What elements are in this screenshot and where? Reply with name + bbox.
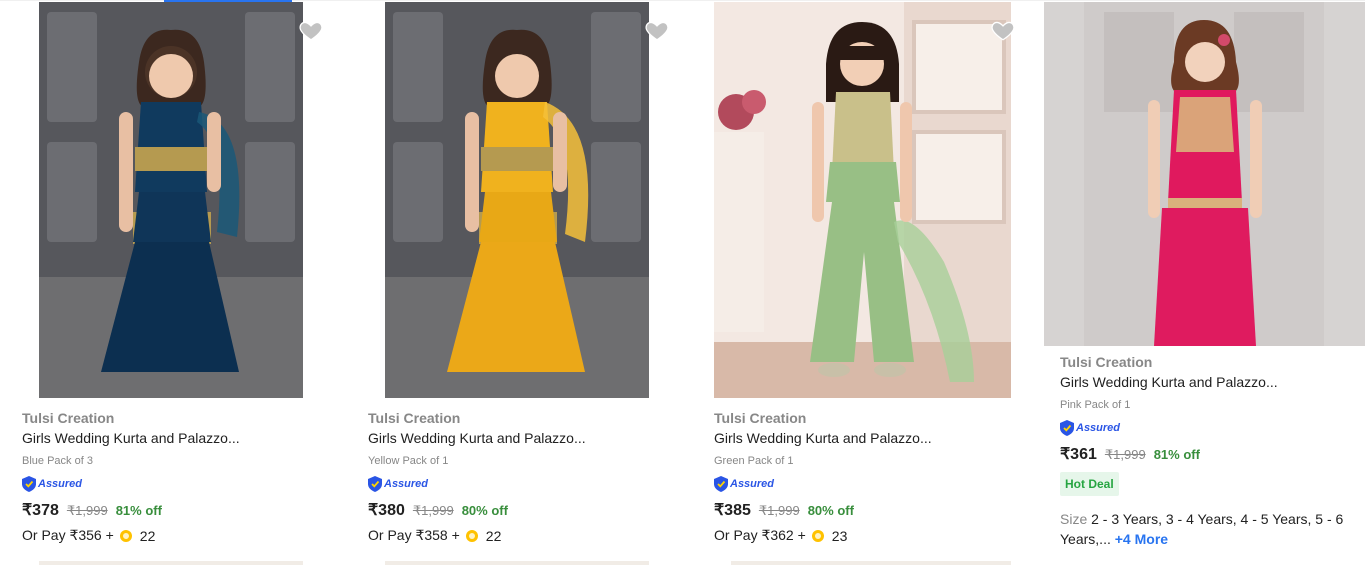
supercoin-icon xyxy=(465,529,478,542)
heart-icon[interactable] xyxy=(644,17,670,43)
selling-price: ₹380 xyxy=(368,502,405,519)
next-row-image-edge xyxy=(731,561,1011,565)
assured-badge: Assured xyxy=(714,475,774,493)
product-photo xyxy=(39,2,303,398)
more-sizes-link[interactable]: +4 More xyxy=(1115,531,1168,547)
assured-badge: Assured xyxy=(368,475,428,493)
selling-price: ₹361 xyxy=(1060,446,1097,463)
supercoin-offer: Or Pay ₹362 + 23 xyxy=(714,527,847,544)
product-image[interactable] xyxy=(714,2,1011,398)
product-image[interactable] xyxy=(39,2,303,398)
pay-with-coins-text: Or Pay ₹356 + xyxy=(22,527,114,543)
brand-name: Tulsi Creation xyxy=(368,410,461,426)
product-photo xyxy=(1044,2,1365,346)
product-title[interactable]: Girls Wedding Kurta and Palazzo... xyxy=(714,430,932,446)
product-title[interactable]: Girls Wedding Kurta and Palazzo... xyxy=(368,430,586,446)
pay-with-coins-text: Or Pay ₹358 + xyxy=(368,527,460,543)
size-options: Size 2 - 3 Years, 3 - 4 Years, 4 - 5 Yea… xyxy=(1060,509,1360,549)
assured-text: Assured xyxy=(1076,422,1121,434)
supercoin-offer: Or Pay ₹356 + 22 xyxy=(22,527,155,544)
heart-icon[interactable] xyxy=(298,17,324,43)
size-label: Size xyxy=(1060,511,1088,527)
assured-shield-icon xyxy=(22,476,36,492)
brand-name: Tulsi Creation xyxy=(1060,354,1153,370)
heart-icon[interactable] xyxy=(990,17,1016,43)
variant-label: Green Pack of 1 xyxy=(714,455,794,467)
price-row: ₹378 ₹1,999 81% off xyxy=(22,500,162,520)
assured-badge: Assured xyxy=(1060,419,1120,437)
hot-deal-badge: Hot Deal xyxy=(1060,472,1119,496)
product-card[interactable]: Tulsi Creation Girls Wedding Kurta and P… xyxy=(0,0,340,565)
supercoin-icon xyxy=(811,529,824,542)
coin-count: 22 xyxy=(139,527,156,544)
product-image[interactable] xyxy=(385,2,649,398)
original-price: ₹1,999 xyxy=(66,503,108,518)
selling-price: ₹385 xyxy=(714,502,751,519)
variant-label: Pink Pack of 1 xyxy=(1060,399,1131,411)
supercoin-icon xyxy=(119,529,132,542)
assured-badge: Assured xyxy=(22,475,82,493)
variant-label: Blue Pack of 3 xyxy=(22,455,93,467)
original-price: ₹1,999 xyxy=(412,503,454,518)
coin-count: 23 xyxy=(831,527,848,544)
product-title[interactable]: Girls Wedding Kurta and Palazzo... xyxy=(1060,374,1278,390)
next-row-image-edge xyxy=(385,561,649,565)
selling-price: ₹378 xyxy=(22,502,59,519)
discount-label: 80% off xyxy=(461,503,508,518)
next-row-image-edge xyxy=(39,561,303,565)
pay-with-coins-text: Or Pay ₹362 + xyxy=(714,527,806,543)
discount-label: 81% off xyxy=(1153,447,1200,462)
assured-text: Assured xyxy=(730,478,775,490)
product-title[interactable]: Girls Wedding Kurta and Palazzo... xyxy=(22,430,240,446)
brand-name: Tulsi Creation xyxy=(714,410,807,426)
price-row: ₹385 ₹1,999 80% off xyxy=(714,500,854,520)
product-card[interactable]: Tulsi Creation Girls Wedding Kurta and P… xyxy=(346,0,686,565)
product-card[interactable]: Tulsi Creation Girls Wedding Kurta and P… xyxy=(1038,0,1365,565)
variant-label: Yellow Pack of 1 xyxy=(368,455,449,467)
discount-label: 80% off xyxy=(807,503,854,518)
original-price: ₹1,999 xyxy=(1104,447,1146,462)
product-photo xyxy=(385,2,649,398)
assured-shield-icon xyxy=(368,476,382,492)
size-list: 2 - 3 Years, 3 - 4 Years, 4 - 5 Years, 5… xyxy=(1060,511,1344,547)
product-photo xyxy=(714,2,1011,398)
brand-name: Tulsi Creation xyxy=(22,410,115,426)
price-row: ₹380 ₹1,999 80% off xyxy=(368,500,508,520)
assured-shield-icon xyxy=(1060,420,1074,436)
supercoin-offer: Or Pay ₹358 + 22 xyxy=(368,527,501,544)
original-price: ₹1,999 xyxy=(758,503,800,518)
price-row: ₹361 ₹1,999 81% off xyxy=(1060,444,1200,464)
coin-count: 22 xyxy=(485,527,502,544)
assured-text: Assured xyxy=(384,478,429,490)
product-image[interactable] xyxy=(1044,2,1365,346)
product-card[interactable]: Tulsi Creation Girls Wedding Kurta and P… xyxy=(692,0,1032,565)
assured-shield-icon xyxy=(714,476,728,492)
discount-label: 81% off xyxy=(115,503,162,518)
assured-text: Assured xyxy=(38,478,83,490)
